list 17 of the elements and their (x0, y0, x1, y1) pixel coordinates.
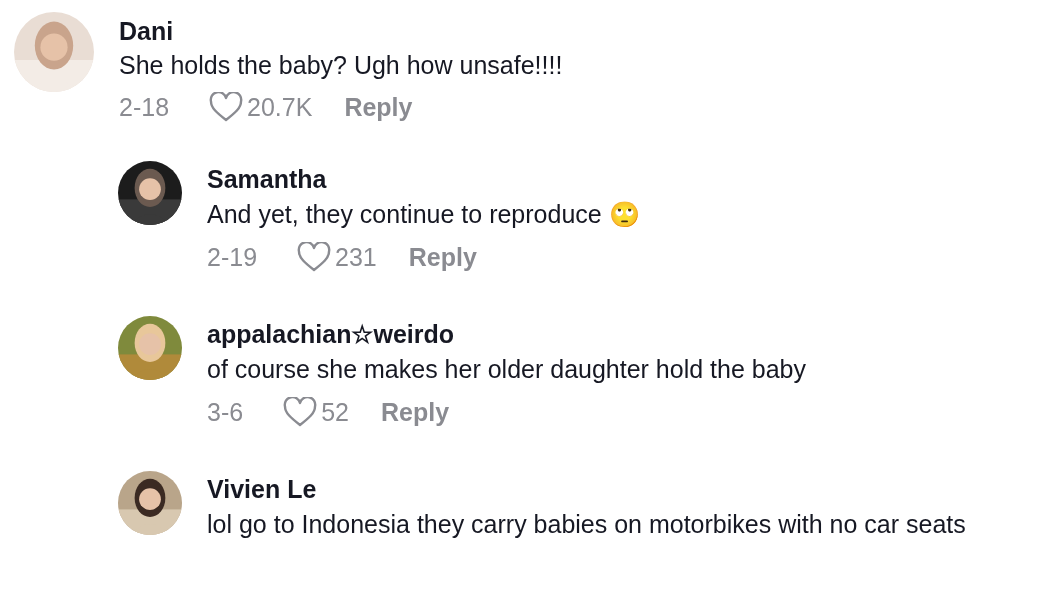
comment-date: 3-6 (207, 397, 244, 427)
comment-date: 2-19 (207, 242, 258, 272)
comment-text: lol go to Indonesia they carry babies on motorbikes with no car seats (207, 509, 966, 540)
username[interactable]: Samantha (207, 163, 640, 195)
heart-icon[interactable] (297, 242, 332, 272)
comment-text: And yet, they continue to reproduce 🙄 (207, 199, 640, 230)
comment-date: 2-18 (119, 92, 170, 122)
comment-text: of course she makes her older daughter hold the baby (207, 354, 806, 385)
comment-text: She holds the baby? Ugh how unsafe!!!! (119, 50, 563, 81)
like-count: 231 (335, 242, 377, 272)
like-count: 52 (321, 397, 349, 427)
heart-icon[interactable] (283, 397, 318, 427)
username[interactable]: appalachian☆weirdo (207, 318, 806, 350)
username[interactable]: Vivien Le (207, 473, 966, 505)
username[interactable]: Dani (119, 15, 563, 47)
heart-icon[interactable] (209, 92, 244, 122)
like-count: 20.7K (247, 92, 313, 122)
